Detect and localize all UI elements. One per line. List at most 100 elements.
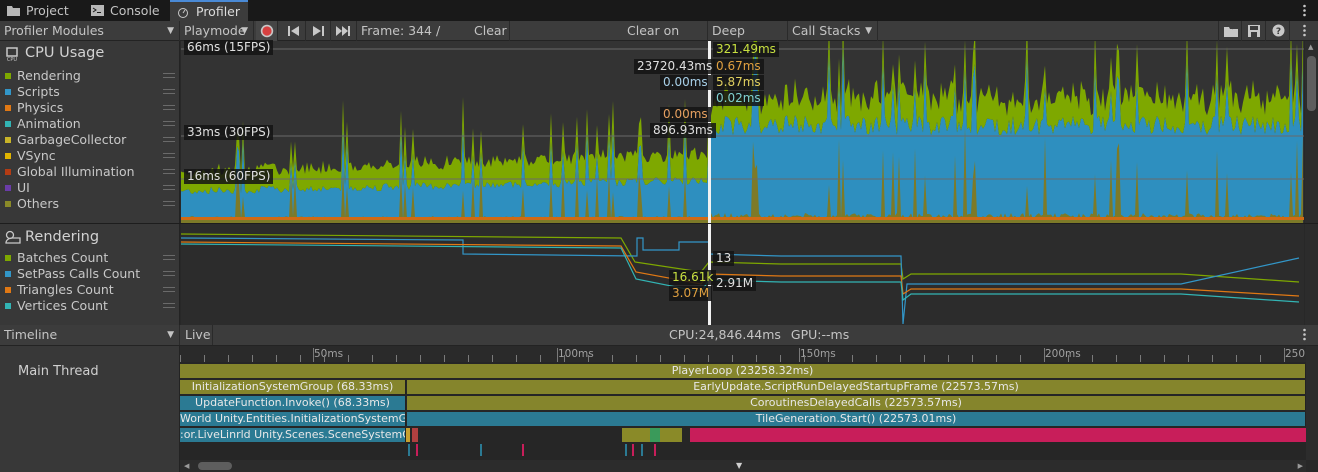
drag-handle-icon[interactable] [163,105,175,110]
timeline-menu-button[interactable] [1292,325,1318,345]
legend-item[interactable]: GarbageCollector [5,132,175,148]
timeline-sample[interactable]: :or.LiveLinrld Unity.Scenes.SceneSystemG… [180,428,406,442]
timeline-track[interactable]: PlayerLoop (23258.32ms) InitializationSys… [180,362,1306,460]
drag-handle-icon[interactable] [163,137,175,142]
legend-label: VSync [17,148,56,163]
next-frame-button[interactable] [306,21,331,41]
legend-item[interactable]: Batches Count [5,250,175,266]
legend-item[interactable]: Rendering [5,68,175,84]
timeline-sample-slice[interactable] [522,444,524,456]
timeline-sample-slice[interactable] [641,444,643,456]
tab-console[interactable]: Console [84,0,170,21]
timeline-sample-slice[interactable] [412,428,418,442]
timeline-sample-slice[interactable] [654,444,656,456]
legend-item[interactable]: VSync [5,148,175,164]
timeline-sample-slice[interactable] [480,444,482,456]
timeline-sample-slice[interactable] [690,428,1306,442]
scrollbar-thumb[interactable] [1307,56,1316,111]
tab-profiler[interactable]: Profiler [170,0,248,21]
ruler-tick [1260,355,1261,362]
cpu-usage-module[interactable]: CPU CPU Usage Rendering Scripts Physics Ani… [0,41,180,223]
drag-handle-icon[interactable] [163,201,175,206]
drag-handle-icon[interactable] [163,89,175,94]
timeline-sample[interactable]: PlayerLoop (23258.32ms) [180,364,1306,378]
timeline-sample[interactable]: CoroutinesDelayedCalls (22573.57ms) [407,396,1306,410]
deep-profile-toggle[interactable]: Deep Profile [708,21,788,58]
timeline-sample[interactable]: EarlyUpdate.ScriptRunDelayedStartupFrame… [407,380,1306,394]
legend-item[interactable]: Vertices Count [5,298,175,314]
render-tooltip-value: 13 [713,251,735,266]
frame-timing: CPU:24,846.44ms GPU:--ms [669,325,849,345]
svg-text:CPU: CPU [7,57,18,61]
drag-handle-icon[interactable] [163,121,175,126]
ruler-tick [1044,355,1045,362]
rendering-module[interactable]: Rendering Batches Count SetPass Calls Cou… [0,224,180,325]
legend-label: Triangles Count [17,282,114,297]
scroll-right-icon[interactable]: ▶ [1298,462,1303,470]
previous-frame-button[interactable] [282,21,306,41]
drag-handle-icon[interactable] [163,255,175,260]
expand-down-icon[interactable]: ▼ [736,461,742,470]
timeline-sample-slice[interactable] [416,444,418,456]
ruler-tick [348,355,349,362]
legend-item[interactable]: Scripts [5,84,175,100]
help-button[interactable]: ? [1266,21,1290,41]
scrollbar-thumb[interactable] [198,462,232,470]
legend-item[interactable]: SetPass Calls Count [5,266,175,282]
timeline-sample-slice[interactable] [650,428,660,442]
rendering-title: Rendering [25,229,100,245]
drag-handle-icon[interactable] [163,153,175,158]
legend-item[interactable]: UI [5,180,175,196]
timeline-vscroll[interactable] [1306,346,1318,460]
timeline-sample-slice[interactable] [625,444,627,456]
legend-item[interactable]: Triangles Count [5,282,175,298]
chart-scrollbar[interactable]: ▲ [1305,41,1318,223]
main-thread-label[interactable]: Main Thread [18,364,99,379]
timeline-sample[interactable]: InitializationSystemGroup (68.33ms) [180,380,406,394]
clear-button[interactable]: Clear [470,21,510,41]
timeline-sample-slice[interactable] [406,428,410,442]
timeline-sample[interactable]: UpdateFunction.Invoke() (68.33ms) [180,396,406,410]
drag-handle-icon[interactable] [163,287,175,292]
timeline-sample-slice[interactable] [632,444,634,456]
ruler-tick [636,355,637,362]
tab-project[interactable]: Project [0,0,86,21]
legend-item[interactable]: Global Illumination [5,164,175,180]
load-button[interactable] [1218,21,1242,41]
render-tooltip-value: 3.07M [669,286,713,301]
legend-swatch [5,287,11,293]
call-stacks-dropdown[interactable]: Call Stacks ▼ [788,21,878,41]
time-ruler[interactable]: 50ms 100ms 150ms 200ms 250 [180,346,1306,362]
record-button[interactable] [256,21,278,41]
toolbar-menu-button[interactable] [1292,21,1318,41]
timeline-sample-slice[interactable] [420,428,620,442]
legend-item[interactable]: Physics [5,100,175,116]
timeline-hscroll[interactable]: ◀ ▼ ▶ [180,460,1306,472]
legend-label: Scripts [17,84,60,99]
profiler-modules-dropdown[interactable]: Profiler Modules ▼ [0,21,180,41]
live-toggle[interactable]: Live [181,325,213,345]
timeline-sample[interactable]: TileGeneration.Start() (22573.01ms) [407,412,1306,426]
drag-handle-icon[interactable] [163,185,175,190]
save-button[interactable] [1242,21,1266,41]
drag-handle-icon[interactable] [163,73,175,78]
rendering-chart[interactable] [181,224,1304,325]
window-menu-icon[interactable] [1303,4,1306,17]
cpu-tooltip-value: 0.00ms [660,75,711,90]
timeline-toolbar: Timeline ▼ Live CPU:24,846.44ms GPU:--ms [0,325,1318,346]
view-mode-dropdown[interactable]: Timeline ▼ [0,325,180,345]
drag-handle-icon[interactable] [163,271,175,276]
legend-label: Animation [17,116,81,131]
current-frame-button[interactable] [331,21,357,41]
timeline-sample-slice[interactable] [408,444,410,456]
legend-swatch [5,201,11,207]
target-dropdown[interactable]: Playmode ▼ [180,21,254,41]
timeline-sample[interactable]: World Unity.Entities.InitializationSyste… [180,412,406,426]
scroll-left-icon[interactable]: ◀ [184,462,189,470]
clear-on-play-toggle[interactable]: Clear on Play [623,21,708,58]
drag-handle-icon[interactable] [163,169,175,174]
scroll-up-icon[interactable]: ▲ [1308,43,1313,51]
legend-item[interactable]: Animation [5,116,175,132]
legend-item[interactable]: Others [5,196,175,212]
drag-handle-icon[interactable] [163,303,175,308]
